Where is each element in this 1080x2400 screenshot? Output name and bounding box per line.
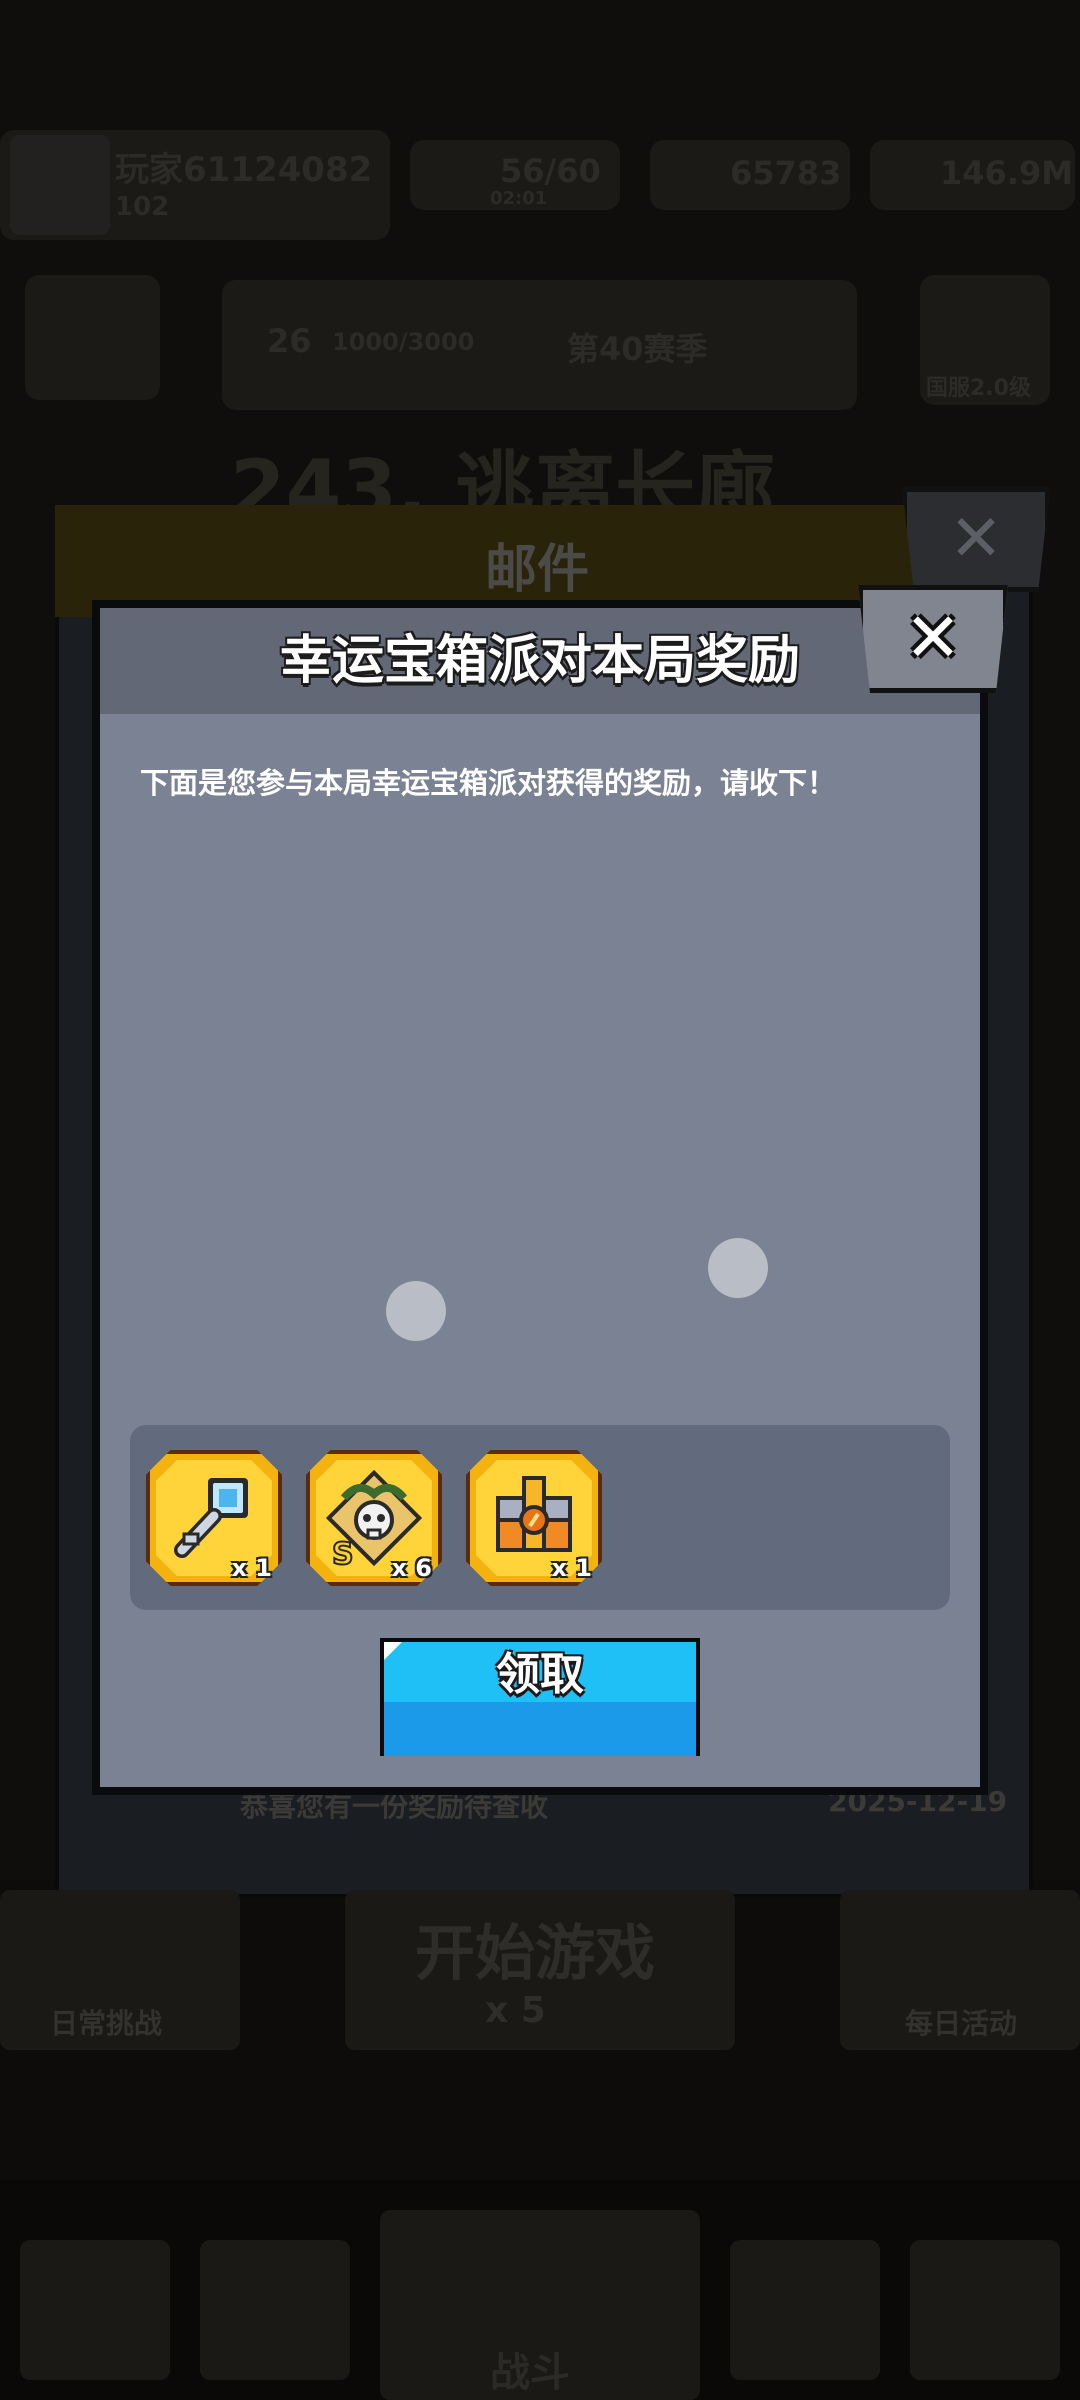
reward-item-skull-scroll[interactable]: S x 6 (306, 1450, 442, 1586)
start-game-cost: x 5 (485, 1990, 546, 2031)
reward-count: x 6 (391, 1554, 432, 1582)
mail-title: 邮件 (485, 540, 590, 600)
badge-label: 国服2.0级 (926, 376, 1031, 401)
energy-timer: 02:01 (490, 188, 548, 209)
svg-text:S: S (332, 1537, 354, 1568)
nav-battle-tab[interactable]: 战斗 (380, 2210, 700, 2400)
nav-shop-tab[interactable] (20, 2240, 170, 2380)
daily-challenge-label: 日常挑战 (50, 2007, 163, 2040)
player-info[interactable]: 玩家61124082 102 (0, 130, 390, 240)
key-icon (174, 1478, 248, 1558)
energy-value: 56/60 (500, 152, 601, 190)
gem-counter[interactable]: 65783 (650, 140, 850, 210)
rank-number: 26 (267, 322, 312, 360)
rank-score: 1000/3000 (332, 328, 475, 356)
energy-counter[interactable]: 56/60 02:01 (410, 140, 620, 210)
gem-value: 65783 (730, 154, 842, 192)
rank-bar[interactable]: 26 1000/3000 第40赛季 (222, 280, 857, 410)
coin-value: 146.9M (940, 154, 1074, 192)
rank-title: 第40赛季 (567, 330, 708, 368)
player-level: 102 (115, 192, 170, 222)
loading-dot (386, 1281, 446, 1341)
start-game-label: 开始游戏 (415, 1919, 655, 1989)
reward-count: x 1 (551, 1554, 592, 1582)
avatar (10, 135, 110, 235)
daily-event-button[interactable]: 每日活动 (840, 1890, 1080, 2050)
mail-close-button[interactable]: ✕ (902, 487, 1050, 592)
daily-challenge-button[interactable]: 日常挑战 (0, 1890, 240, 2050)
nav-talent-tab[interactable] (730, 2240, 880, 2380)
start-game-button[interactable]: 开始游戏 x 5 (345, 1890, 735, 2050)
nav-equipment-tab[interactable] (200, 2240, 350, 2380)
nav-battle-label: 战斗 (490, 2350, 570, 2396)
claim-button-label: 领取 (496, 1649, 584, 1700)
badge-button[interactable]: 国服2.0级 (920, 275, 1050, 405)
dialog-title: 幸运宝箱派对本局奖励 (279, 631, 800, 691)
reward-item-key[interactable]: x 1 (146, 1450, 282, 1586)
treasure-chest-icon (496, 1476, 572, 1552)
close-icon: ✕ (949, 502, 1003, 576)
reward-count: x 1 (231, 1554, 272, 1582)
menu-button[interactable] (25, 275, 160, 400)
dialog-message: 下面是您参与本局幸运宝箱派对获得的奖励，请收下！ (140, 766, 837, 800)
close-icon: ✕ (904, 599, 962, 678)
skull-scroll-icon: S (325, 1469, 423, 1568)
nav-evolve-tab[interactable] (910, 2240, 1060, 2380)
bottom-nav: 战斗 (0, 2180, 1080, 2400)
loading-dot (708, 1238, 768, 1298)
player-name: 玩家61124082 (115, 150, 373, 190)
reward-item-chest[interactable]: x 1 (466, 1450, 602, 1586)
coin-counter[interactable]: 146.9M (870, 140, 1075, 210)
claim-button-shade (384, 1702, 696, 1756)
claim-button[interactable]: 领取 (380, 1638, 700, 1756)
dialog-close-button[interactable]: ✕ (858, 585, 1008, 693)
daily-event-label: 每日活动 (905, 2007, 1018, 2040)
